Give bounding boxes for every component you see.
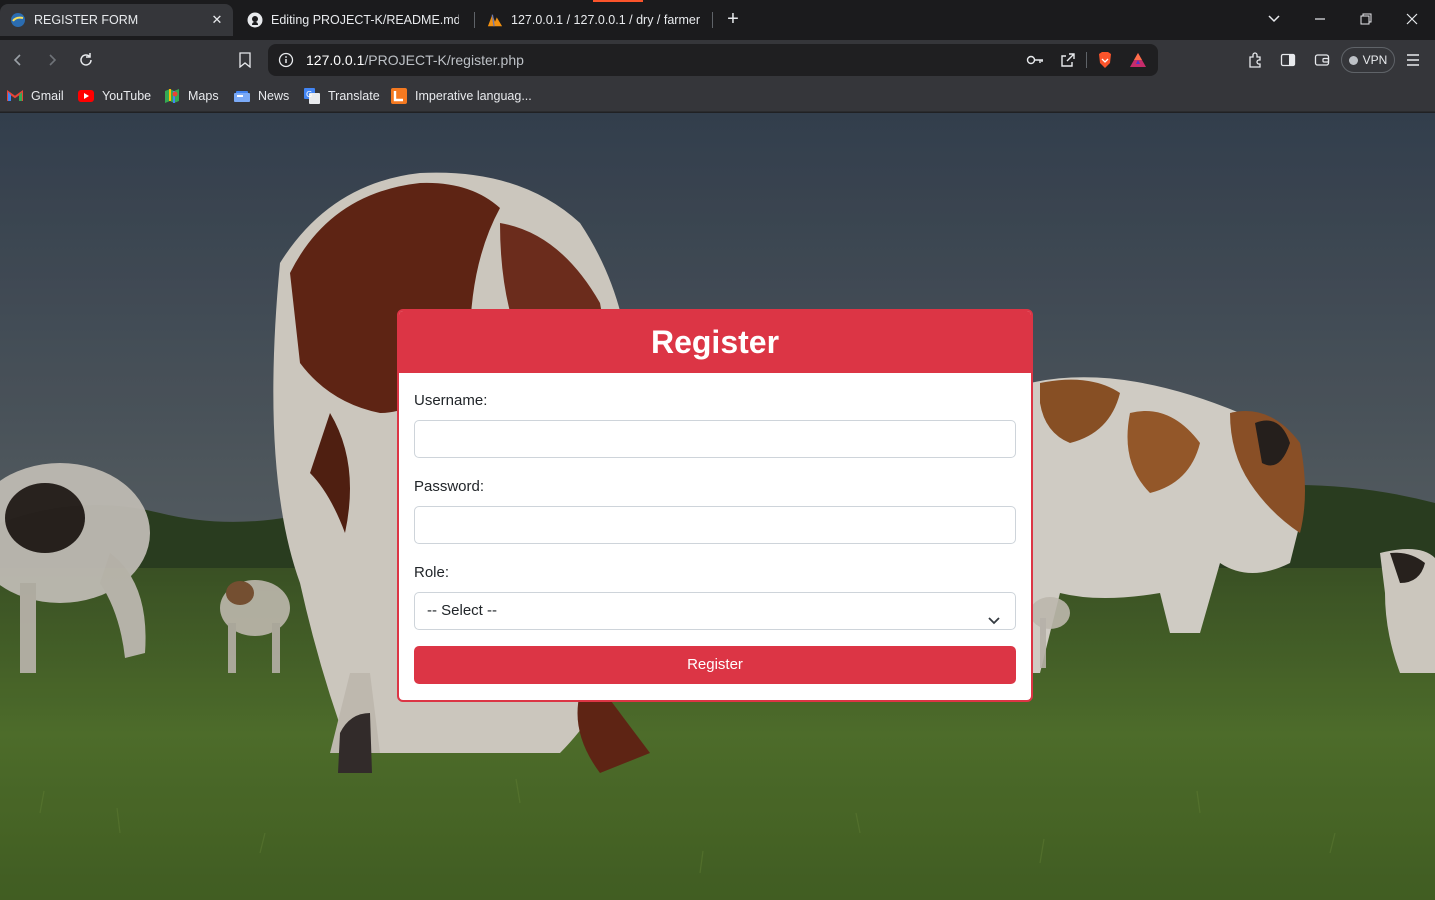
bookmark-label: Maps (188, 89, 219, 103)
bookmark-maps[interactable]: Maps (164, 86, 219, 106)
bookmark-translate[interactable]: G Translate (304, 86, 380, 106)
back-icon[interactable] (8, 50, 28, 70)
bookmark-page-icon[interactable] (235, 50, 255, 70)
new-tab-plus-icon[interactable]: + (722, 9, 744, 31)
password-input[interactable] (414, 506, 1016, 544)
register-title: Register (650, 323, 780, 360)
bookmark-label: Imperative languag... (415, 89, 532, 103)
tab-title: Editing PROJECT-K/README.md at m (271, 13, 459, 27)
tab-phpmyadmin[interactable]: 127.0.0.1 / 127.0.0.1 / dry / farmer | p (477, 4, 710, 36)
bookmark-youtube[interactable]: YouTube (78, 86, 151, 106)
vpn-button[interactable]: VPN (1341, 47, 1395, 73)
tab-title: REGISTER FORM (34, 13, 139, 27)
bookmark-news[interactable]: News (234, 86, 289, 106)
bookmark-label: YouTube (102, 89, 152, 103)
page-viewport: Register Username: Password: Role: -- Se… (0, 113, 1435, 900)
tab-search-chevron-icon[interactable] (1264, 10, 1284, 30)
bookmark-label: Translate (328, 89, 380, 103)
bookmark-site-icon (391, 88, 407, 104)
wallet-icon[interactable] (1312, 50, 1332, 70)
tab-close-icon[interactable]: ✕ (209, 12, 225, 28)
menu-hamburger-icon[interactable] (1403, 50, 1423, 70)
browser-toolbar: 127.0.0.1/PROJECT-K/register.php VPN (0, 40, 1435, 80)
share-icon[interactable] (1060, 52, 1076, 73)
tab-title: 127.0.0.1 / 127.0.0.1 / dry / farmer | p (511, 13, 700, 27)
close-window-icon[interactable] (1402, 10, 1422, 30)
site-favicon-icon (10, 12, 26, 28)
vpn-status-icon (1348, 55, 1358, 65)
bookmark-label: News (258, 89, 290, 103)
brave-rewards-icon[interactable] (1129, 51, 1147, 74)
chevron-down-icon (987, 605, 1001, 625)
tab-strip: REGISTER FORM ✕ Editing PROJECT-K/README… (0, 0, 1435, 40)
bookmark-gmail[interactable]: Gmail (7, 86, 64, 106)
tab-separator (474, 12, 475, 28)
reload-icon[interactable] (76, 50, 96, 70)
tab-separator (712, 12, 713, 28)
address-bar[interactable]: 127.0.0.1/PROJECT-K/register.php (268, 44, 1158, 76)
site-info-icon[interactable] (278, 52, 294, 73)
url-host: 127.0.0.1 (306, 52, 365, 68)
omnibox-divider (1086, 52, 1087, 68)
bookmark-imperative[interactable]: Imperative languag... (391, 86, 532, 106)
register-card-header: Register (399, 311, 1031, 373)
password-key-icon[interactable] (1026, 52, 1044, 73)
register-submit-button[interactable]: Register (414, 646, 1016, 684)
maps-icon (164, 88, 180, 104)
github-icon (247, 12, 263, 28)
minimize-icon[interactable] (1310, 10, 1330, 30)
phpmyadmin-icon (487, 12, 503, 28)
forward-icon[interactable] (42, 50, 62, 70)
svg-text:G: G (306, 90, 312, 99)
url-path: /PROJECT-K/register.php (364, 52, 524, 68)
vpn-label: VPN (1362, 53, 1388, 67)
tab-github-readme[interactable]: Editing PROJECT-K/README.md at m (237, 4, 469, 36)
gmail-icon (7, 88, 23, 104)
register-card: Register Username: Password: Role: -- Se… (397, 309, 1033, 702)
bookmark-label: Gmail (31, 89, 64, 103)
brave-shields-icon[interactable] (1096, 51, 1114, 74)
username-input[interactable] (414, 420, 1016, 458)
username-label: Username: (414, 392, 488, 409)
tab-register-form[interactable]: REGISTER FORM ✕ (0, 4, 233, 36)
extensions-icon[interactable] (1246, 50, 1266, 70)
role-selected-value: -- Select -- (427, 602, 498, 619)
loading-indicator (593, 0, 643, 2)
role-select[interactable]: -- Select -- (414, 592, 1016, 630)
news-icon (234, 88, 250, 104)
youtube-icon (78, 88, 94, 104)
sidebar-icon[interactable] (1278, 50, 1298, 70)
url-text: 127.0.0.1/PROJECT-K/register.php (306, 44, 524, 76)
password-label: Password: (414, 478, 485, 495)
restore-icon[interactable] (1356, 10, 1376, 30)
bookmarks-bar: Gmail YouTube Maps News G Translate Impe… (0, 80, 1435, 112)
translate-icon: G (304, 88, 320, 104)
role-label: Role: (414, 564, 450, 581)
